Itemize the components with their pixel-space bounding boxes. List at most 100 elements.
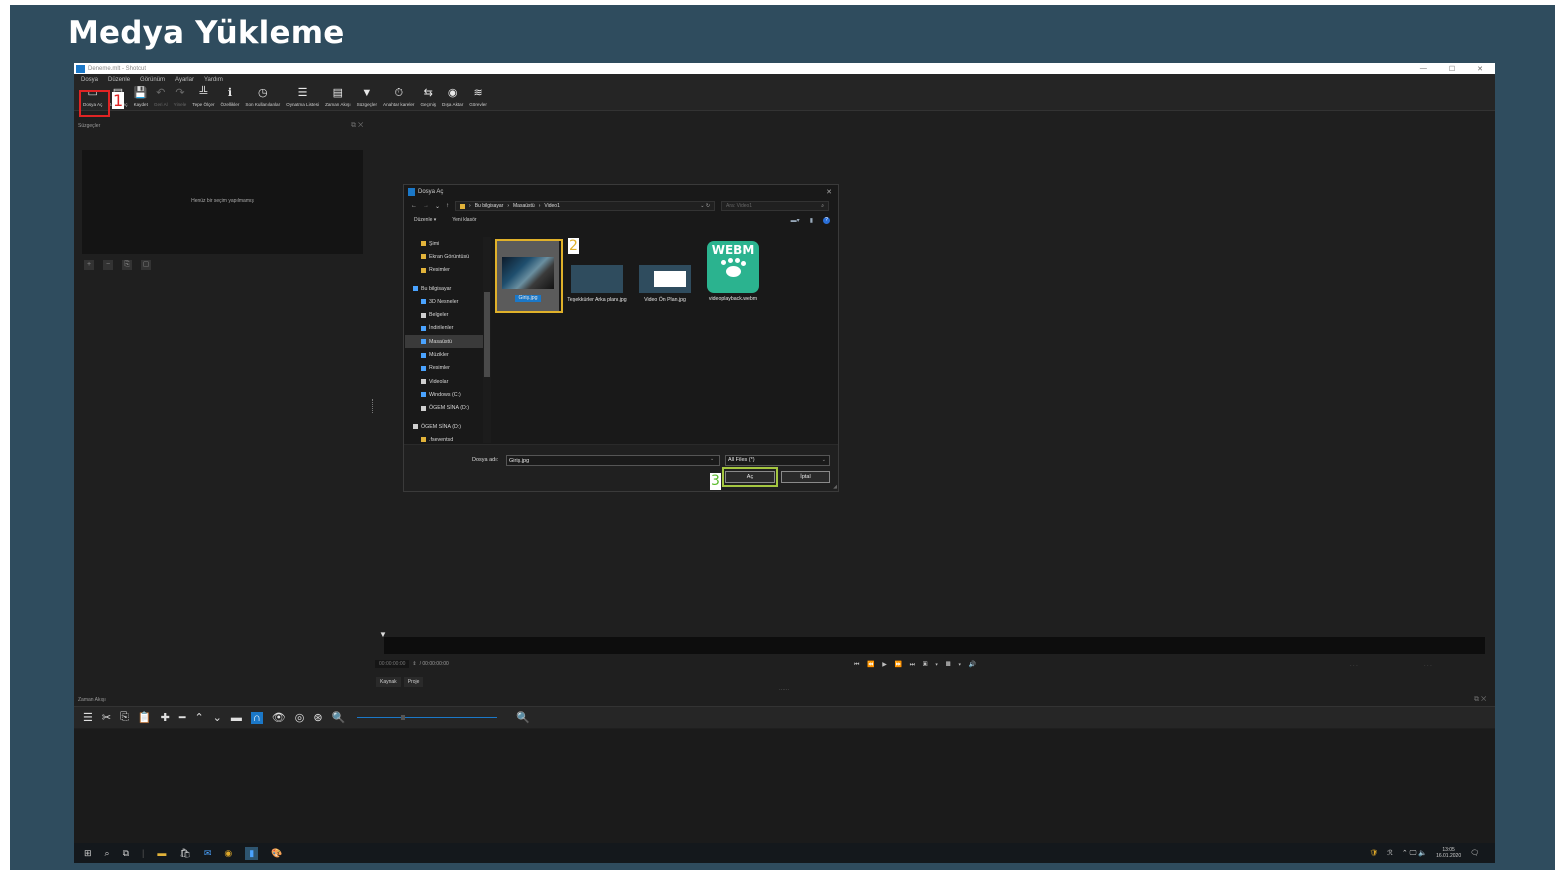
toolbar-button-6[interactable]: ℹ Özellikler (218, 85, 243, 107)
menu-file[interactable]: Dosya (81, 77, 98, 83)
menu-help[interactable]: Yardım (204, 77, 223, 83)
nav-item[interactable]: Belgeler (405, 308, 491, 321)
close-button[interactable]: ✕ (1477, 65, 1483, 73)
cut-icon[interactable]: ✂ (102, 711, 111, 724)
timeline-dock-controls[interactable]: ⧉ ✕ (1474, 696, 1486, 704)
zoom-out-icon[interactable]: 🔍 (332, 711, 346, 724)
menu-edit[interactable]: Düzenle (108, 77, 130, 83)
toolbar-button-8[interactable]: ☰ Oynatma Listesi (283, 85, 322, 107)
task-view-icon[interactable]: ⧉ (123, 848, 129, 859)
nav-item[interactable]: Videolar (405, 375, 491, 388)
zoom-slider-knob[interactable] (401, 715, 406, 720)
view-options-icon[interactable]: ▬▾ (791, 217, 800, 224)
toolbar-button-5[interactable]: ╩ Tepe Ölçer (189, 85, 217, 107)
breadcrumb-video1[interactable]: Video1 (544, 203, 559, 209)
add-filter-icon[interactable]: + (84, 260, 94, 270)
nav-item[interactable]: Resimler (405, 264, 491, 277)
search-field[interactable]: Ara: Video1 ⌕ (721, 201, 830, 211)
toolbar-button-2[interactable]: 💾 Kaydet (131, 85, 151, 107)
remove-filter-icon[interactable]: − (103, 260, 113, 270)
split-icon[interactable]: ▬ (231, 712, 242, 724)
new-folder-button[interactable]: Yeni klasör (452, 217, 476, 223)
recent-dropdown-icon[interactable]: ⌄ (435, 203, 440, 210)
append-icon[interactable]: ✚ (161, 711, 170, 724)
timecode-spin-icon[interactable]: ⇕ (412, 661, 416, 667)
organize-button[interactable]: Düzenle ▾ (414, 217, 436, 223)
toolbar-button-10[interactable]: ▼ Süzgeçler (354, 85, 380, 107)
lift-icon[interactable]: ⌃ (194, 711, 203, 724)
nav-item[interactable]: 3D Nesneler (405, 295, 491, 308)
nav-scrollbar[interactable] (483, 237, 491, 443)
zoom-slider[interactable] (357, 715, 498, 720)
shotcut-taskbar-icon[interactable]: ▮ (245, 846, 259, 860)
minimize-button[interactable]: — (1420, 65, 1427, 73)
clock[interactable]: 13:05 16.01.2020 (1436, 847, 1461, 859)
overwrite-icon[interactable]: ⌄ (213, 711, 222, 724)
breadcrumb-this-pc[interactable]: Bu bilgisayar (475, 203, 504, 209)
nav-scrollbar-thumb[interactable] (484, 292, 490, 377)
mail-icon[interactable]: ✉ (204, 848, 212, 859)
notifications-icon[interactable]: 🗨 (1470, 849, 1479, 857)
toolbar-button-12[interactable]: ⇆ Geçmiş (417, 85, 439, 107)
copy-filter-icon[interactable]: ⎘ (122, 260, 132, 270)
toolbar-button-7[interactable]: ◷ Son Kullanılanlar (242, 85, 283, 107)
cancel-button[interactable]: İptal (781, 471, 830, 483)
timeline-menu-icon[interactable]: ☰ (83, 711, 93, 724)
scrub-icon[interactable]: 👁 (272, 711, 286, 724)
deselect-filter-icon[interactable]: ▢ (141, 260, 151, 270)
paint-icon[interactable]: 🎨 (271, 848, 282, 859)
toolbar-button-4[interactable]: ↷ Yinele (171, 85, 190, 107)
timeline-tracks[interactable] (74, 729, 1495, 843)
people-icon[interactable]: ℛ (1387, 849, 1393, 857)
search-icon[interactable]: ⌕ (105, 848, 110, 859)
ripple-icon[interactable]: ◎ (295, 711, 305, 724)
address-dropdown-icon[interactable]: ⌄ ↻ (700, 203, 710, 209)
nav-item[interactable]: Bu bilgisayar (405, 282, 491, 295)
help-icon[interactable]: ? (823, 216, 830, 224)
dock-gripper[interactable]: ······ (779, 687, 789, 693)
nav-item[interactable]: Resimler (405, 362, 491, 375)
maximize-button[interactable]: ☐ (1449, 65, 1455, 73)
remove-icon[interactable]: ━ (179, 711, 186, 724)
forward-icon[interactable]: → (423, 203, 429, 209)
toolbar-button-13[interactable]: ◉ Dışa Aktar (439, 85, 466, 107)
nav-item[interactable]: Müzikler (405, 348, 491, 361)
copy-icon[interactable]: ⎘ (120, 711, 129, 724)
filename-input[interactable] (506, 455, 720, 466)
scrub-bar[interactable] (384, 637, 1485, 654)
nav-item[interactable]: Ekran Görüntüsü (405, 250, 491, 263)
toolbar-button-3[interactable]: ↶ Geri Al (151, 85, 171, 107)
explorer-icon[interactable]: ▬ (157, 848, 166, 858)
file-item-videoplayback[interactable]: WEBM videoplayback.webm (702, 237, 764, 309)
nav-item[interactable]: Windows (C:) (405, 388, 491, 401)
toolbar-button-14[interactable]: ≋ Görevler (466, 85, 490, 107)
menu-view[interactable]: Görünüm (140, 77, 165, 83)
dialog-close-icon[interactable]: ✕ (826, 188, 832, 196)
ripple-all-icon[interactable]: ⊛ (313, 711, 322, 724)
file-type-select[interactable]: All Files (*) ⌄ (725, 455, 830, 466)
nav-item[interactable]: ÖGEM SİNA (D:) (405, 402, 491, 415)
snap-icon[interactable]: ∩ (250, 711, 263, 724)
resize-grip-icon[interactable]: ◢ (833, 484, 837, 490)
timecode-current[interactable]: 00:00:00:00 (375, 660, 410, 668)
zoom-in-icon[interactable]: 🔍 (516, 711, 530, 724)
tab-project[interactable]: Proje (403, 677, 424, 687)
panel-splitter[interactable] (372, 399, 373, 413)
chrome-icon[interactable]: ◉ (224, 848, 232, 859)
nav-item[interactable]: .fseventsd (405, 433, 491, 443)
file-item-video-on-plan[interactable]: Video Ön Plan.jpg (634, 241, 696, 313)
breadcrumb-desktop[interactable]: Masaüstü (513, 203, 535, 209)
address-bar[interactable]: › Bu bilgisayar › Masaüstü › Video1 ⌄ ↻ (455, 201, 716, 211)
toolbar-button-11[interactable]: ⏱ Anahtar kareler (380, 85, 417, 107)
toolbar-button-9[interactable]: ▤ Zaman Akışı (322, 85, 354, 107)
preview-pane-icon[interactable]: ▮ (810, 217, 813, 224)
up-icon[interactable]: ↑ (446, 203, 449, 209)
tab-source[interactable]: Kaynak (376, 677, 401, 687)
nav-item[interactable]: İndirilenler (405, 322, 491, 335)
defender-icon[interactable]: 🛡 (1369, 849, 1378, 857)
store-icon[interactable]: 🛍 (179, 848, 190, 859)
start-icon[interactable]: ⊞ (84, 848, 92, 859)
back-icon[interactable]: ← (411, 203, 417, 209)
transport-controls[interactable]: ⏮ ⏪ ▶ ⏩ ⏭ ▣ ▾ ▦ ▾ 🔊 (854, 661, 979, 669)
nav-item[interactable]: Şimi (405, 237, 491, 250)
